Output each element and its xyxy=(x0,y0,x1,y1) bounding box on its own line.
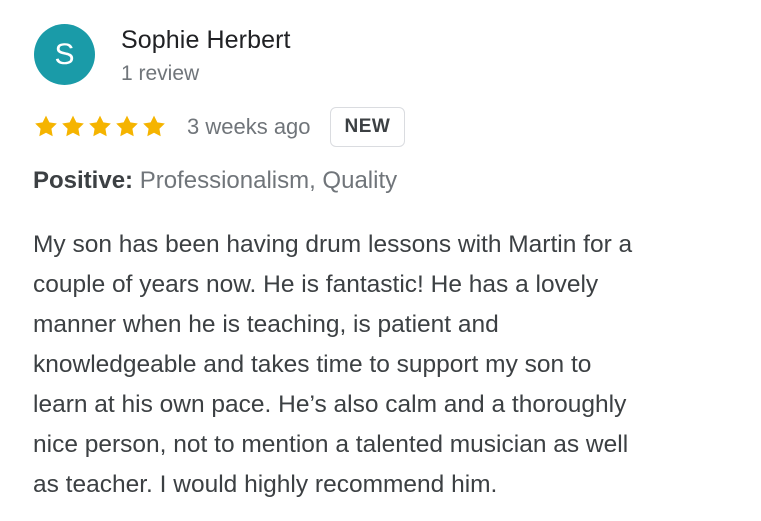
review-text-line: knowledgeable and takes time to support … xyxy=(33,351,592,378)
review-text-line: manner when he is teaching, is patient a… xyxy=(33,311,499,338)
review-text-line: nice person, not to mention a talented m… xyxy=(33,431,629,458)
positive-attributes: Positive: Professionalism, Quality xyxy=(33,167,397,195)
review-text: My son has been having drum lessons with… xyxy=(33,225,743,505)
review-date: 3 weeks ago xyxy=(187,114,311,139)
new-badge: NEW xyxy=(329,107,406,147)
star-rating xyxy=(33,114,167,140)
positive-label: Positive: xyxy=(33,167,134,194)
review-text-line: My son has been having drum lessons with… xyxy=(33,231,633,258)
review-text-line: as teacher. I would highly recommend him… xyxy=(33,471,498,498)
star-icon xyxy=(116,115,138,137)
avatar[interactable]: S xyxy=(34,24,95,85)
review-count: 1 review xyxy=(121,62,200,85)
star-icon xyxy=(143,115,165,137)
reviewer-name[interactable]: Sophie Herbert xyxy=(121,26,291,55)
avatar-initial: S xyxy=(54,37,75,71)
star-icon xyxy=(35,115,57,137)
star-icon xyxy=(89,115,111,137)
review-text-line: learn at his own pace. He’s also calm an… xyxy=(33,391,627,418)
rating-row: 3 weeks ago NEW xyxy=(33,106,406,148)
review-text-line: couple of years now. He is fantastic! He… xyxy=(33,271,599,298)
star-icon xyxy=(62,115,84,137)
review-card: S Sophie Herbert 1 review 3 weeks ago NE… xyxy=(0,0,761,521)
positive-values: Professionalism, Quality xyxy=(139,167,398,194)
